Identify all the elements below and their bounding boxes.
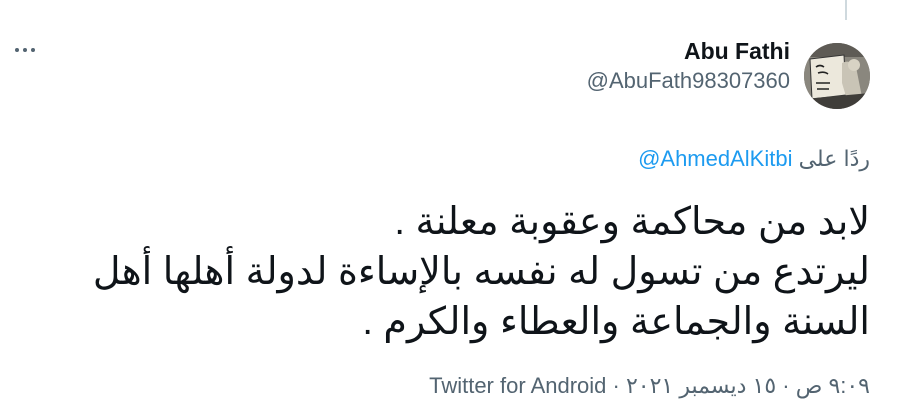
tweet-text: لابد من محاكمة وعقوبة معلنة . ليرتدع من … (30, 197, 870, 347)
meta-separator: · (606, 373, 626, 398)
tweet-author: Abu Fathi @AbuFath98307360 (587, 36, 790, 96)
user-handle[interactable]: @AbuFath98307360 (587, 66, 790, 96)
replying-to: ردًا على @AhmedAlKitbi (638, 144, 870, 174)
tweet-date[interactable]: ١٥ ديسمبر ٢٠٢١ (626, 373, 776, 398)
thread-connector-line (845, 0, 847, 20)
mention-link[interactable]: @AhmedAlKitbi (638, 146, 792, 171)
more-icon-dot (15, 48, 19, 52)
meta-separator: · (776, 373, 796, 398)
tweet-text-line: لابد من محاكمة وعقوبة معلنة . (394, 201, 870, 243)
avatar-image (804, 43, 870, 109)
tweet-text-line: السنة والجماعة والعطاء والكرم . (362, 301, 870, 343)
tweet-time[interactable]: ٩:٠٩ ص (796, 373, 870, 398)
tweet-metadata: Twitter for Android · ١٥ ديسمبر ٢٠٢١ · ٩… (429, 372, 870, 400)
more-icon-dot (31, 48, 35, 52)
replying-to-label: ردًا على (798, 146, 870, 171)
avatar[interactable] (804, 43, 870, 109)
more-icon-dot (23, 48, 27, 52)
tweet-source-link[interactable]: Twitter for Android (429, 373, 606, 398)
display-name[interactable]: Abu Fathi (587, 36, 790, 66)
more-options-button[interactable] (10, 38, 40, 62)
tweet-text-line: ليرتدع من تسول له نفسه بالإساءة لدولة أه… (92, 251, 870, 293)
